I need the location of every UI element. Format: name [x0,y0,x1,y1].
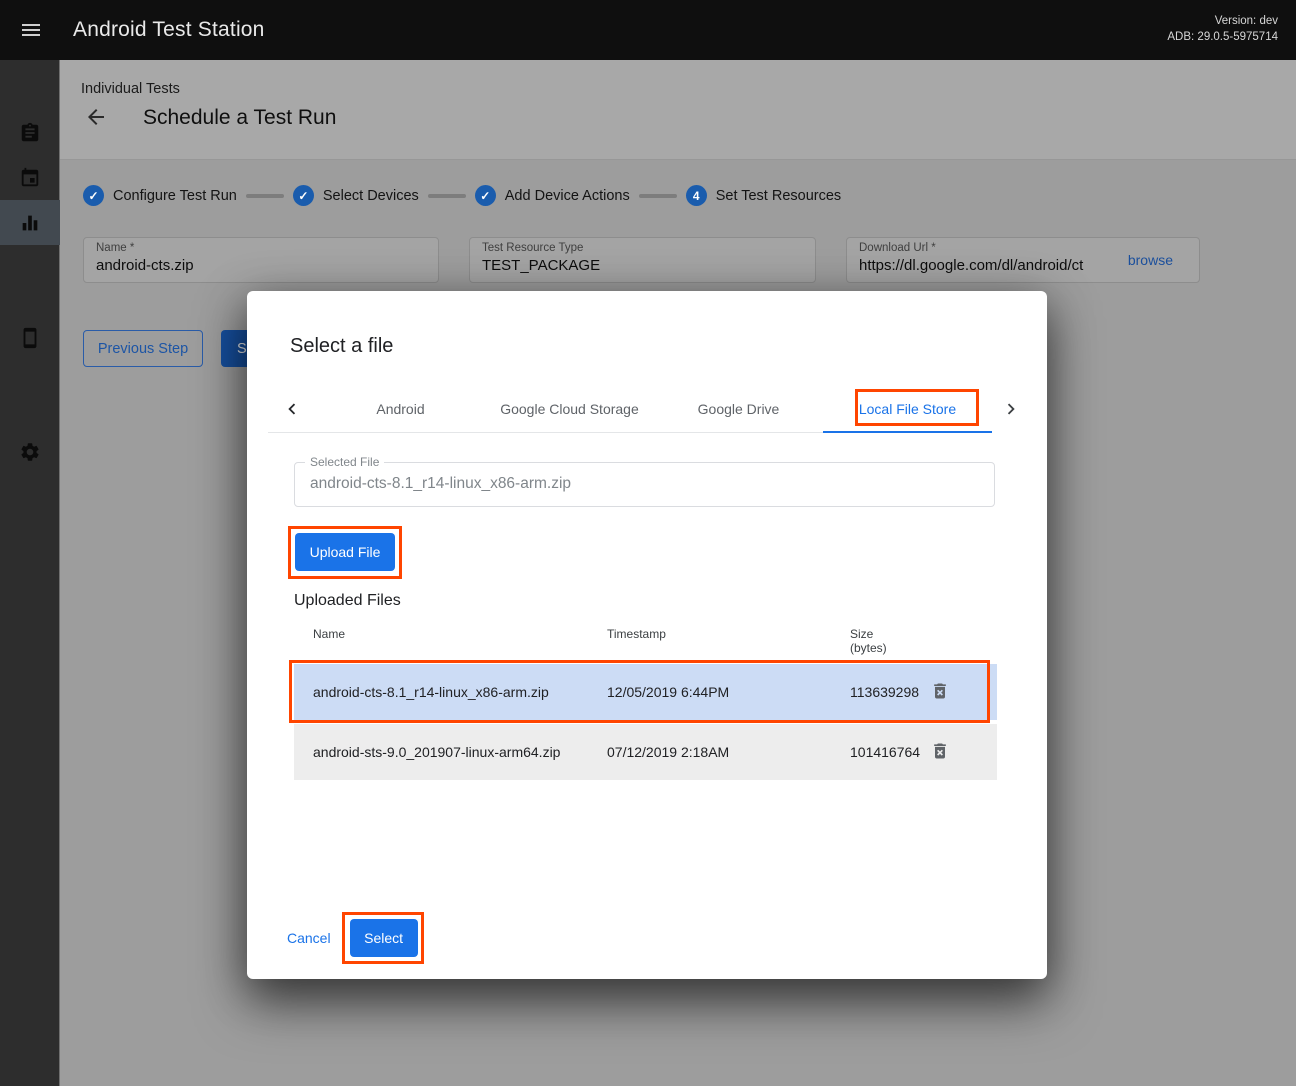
resource-name-label: Name * [96,242,426,254]
dialog-title: Select a file [290,335,393,358]
file-row-cts[interactable]: android-cts-8.1_r14-linux_x86-arm.zip 12… [294,664,997,720]
step-complete-check-icon: ✓ [83,185,104,206]
stepper-connector [246,194,284,198]
sidebar-item-test-results[interactable] [0,200,60,245]
clipboard-icon [19,122,41,144]
test-resource-form: Name * android-cts.zip Test Resource Typ… [83,237,1200,283]
version-text: Version: dev [1167,13,1278,29]
step-label: Configure Test Run [113,188,237,204]
file-size: 101416764 [850,745,928,759]
gear-icon [19,441,41,463]
step-label: Add Device Actions [505,188,630,204]
tab-google-drive[interactable]: Google Drive [654,385,823,432]
sidebar-item-test-plans[interactable] [0,155,60,200]
trash-icon[interactable] [929,681,951,703]
sidebar-item-devices[interactable] [0,315,60,360]
chevron-left-icon[interactable] [268,385,316,432]
file-name: android-cts-8.1_r14-linux_x86-arm.zip [313,684,607,700]
file-size: 113639298 [850,685,928,699]
bar-chart-icon [19,212,41,234]
trash-icon[interactable] [929,741,951,763]
calendar-icon [19,167,41,189]
previous-step-button[interactable]: Previous Step [83,330,203,367]
stepper-connector [428,194,466,198]
select-file-dialog: Select a file Android Google Cloud Stora… [247,291,1047,979]
smartphone-icon [19,327,41,349]
chevron-right-icon[interactable] [995,385,1027,433]
back-arrow-icon[interactable] [84,105,110,131]
check-glyph: ✓ [480,189,490,203]
app-bar: Android Test Station Version: dev ADB: 2… [0,0,1296,60]
dialog-actions: Cancel Select [287,919,418,957]
selected-file-label: Selected File [305,455,384,469]
resource-type-label: Test Resource Type [482,242,803,254]
file-name: android-sts-9.0_201907-linux-arm64.zip [313,744,607,760]
selected-file-field[interactable]: Selected File android-cts-8.1_r14-linux_… [294,462,995,507]
check-glyph: ✓ [298,189,308,203]
cancel-button[interactable]: Cancel [287,930,331,946]
step-complete-check-icon: ✓ [293,185,314,206]
check-glyph: ✓ [88,189,98,203]
resource-type-value: TEST_PACKAGE [482,257,803,274]
selected-file-value: android-cts-8.1_r14-linux_x86-arm.zip [310,475,571,493]
column-header-name: Name [313,627,607,664]
download-url-value: https://dl.google.com/dl/android/ct [859,257,1109,274]
browse-link[interactable]: browse [1128,252,1173,268]
file-timestamp: 12/05/2019 6:44PM [607,684,850,700]
column-header-size: Size (bytes) [850,627,928,664]
file-timestamp: 07/12/2019 2:18AM [607,744,850,760]
uploaded-files-heading: Uploaded Files [294,592,401,610]
resource-name-value: android-cts.zip [96,257,426,274]
sidebar-item-tests[interactable] [0,110,60,155]
page-title: Schedule a Test Run [143,106,336,130]
page-header: Individual Tests Schedule a Test Run [60,60,1296,160]
step-label: Select Devices [323,188,419,204]
column-header-size-line1: Size [850,627,928,641]
table-header-row: Name Timestamp Size (bytes) [294,619,997,664]
tab-android[interactable]: Android [316,385,485,432]
breadcrumb: Individual Tests [81,81,180,97]
file-row-sts[interactable]: android-sts-9.0_201907-linux-arm64.zip 0… [294,724,997,780]
resource-name-field[interactable]: Name * android-cts.zip [83,237,439,283]
step-number-badge: 4 [686,185,707,206]
step-label: Set Test Resources [716,188,841,204]
stepper: ✓ Configure Test Run ✓ Select Devices ✓ … [83,185,841,206]
tab-google-cloud-storage[interactable]: Google Cloud Storage [485,385,654,432]
app-title: Android Test Station [73,18,265,42]
select-button[interactable]: Select [350,919,418,957]
step-add-device-actions[interactable]: ✓ Add Device Actions [475,185,630,206]
upload-file-button[interactable]: Upload File [295,533,395,571]
column-header-timestamp: Timestamp [607,627,850,664]
step-configure-test-run[interactable]: ✓ Configure Test Run [83,185,237,206]
step-number: 4 [693,189,700,203]
uploaded-files-table: Name Timestamp Size (bytes) android-cts-… [294,619,997,784]
dialog-tab-bar: Android Google Cloud Storage Google Driv… [268,385,992,433]
step-select-devices[interactable]: ✓ Select Devices [293,185,419,206]
resource-type-field[interactable]: Test Resource Type TEST_PACKAGE [469,237,816,283]
sidebar-item-settings[interactable] [0,429,60,474]
step-set-test-resources[interactable]: 4 Set Test Resources [686,185,841,206]
hamburger-menu-icon[interactable] [19,18,43,42]
step-complete-check-icon: ✓ [475,185,496,206]
download-url-field[interactable]: Download Url * https://dl.google.com/dl/… [846,237,1200,283]
tab-local-file-store[interactable]: Local File Store [823,385,992,432]
version-info: Version: dev ADB: 29.0.5-5975714 [1167,13,1278,45]
adb-version-text: ADB: 29.0.5-5975714 [1167,29,1278,45]
sidebar [0,60,60,1086]
column-header-size-line2: (bytes) [850,641,928,655]
stepper-connector [639,194,677,198]
